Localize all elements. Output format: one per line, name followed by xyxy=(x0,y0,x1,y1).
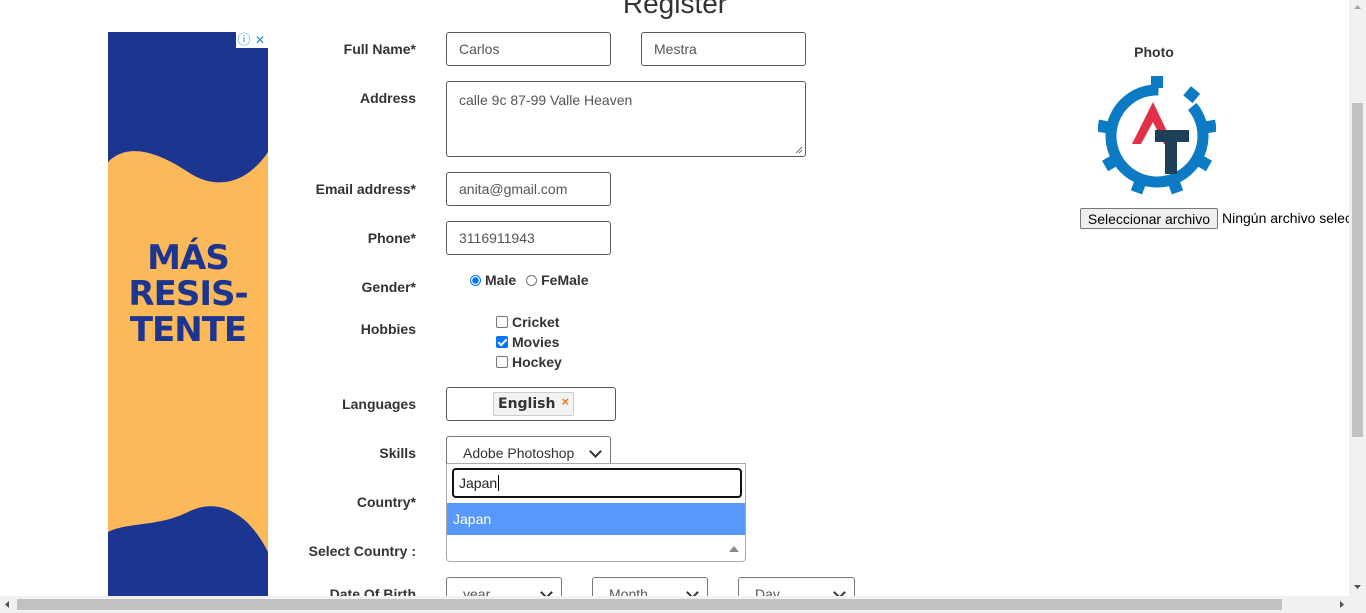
photo-label: Photo xyxy=(1134,44,1174,60)
hobby-item-movies: Movies xyxy=(496,334,559,350)
scroll-right-icon[interactable] xyxy=(1335,596,1349,613)
text-cursor xyxy=(498,475,500,491)
gender-female-label: FeMale xyxy=(541,272,589,288)
logo-gear-icon xyxy=(1098,76,1216,195)
hobby-hockey-checkbox[interactable] xyxy=(496,356,508,368)
country-option-highlighted[interactable]: Japan xyxy=(447,503,745,535)
hobby-cricket-checkbox[interactable] xyxy=(496,316,508,328)
select-country-combobox[interactable] xyxy=(446,534,746,562)
hobby-item-hockey: Hockey xyxy=(496,354,562,370)
full-name-label: Full Name* xyxy=(343,41,416,57)
last-name-input[interactable]: Mestra xyxy=(641,32,806,66)
vertical-scrollbar[interactable] xyxy=(1349,0,1366,596)
skills-label: Skills xyxy=(379,445,416,461)
address-textarea[interactable]: calle 9c 87-99 Valle Heaven xyxy=(446,81,806,157)
phone-label: Phone* xyxy=(367,230,416,246)
horizontal-scroll-thumb[interactable] xyxy=(17,599,1282,610)
gender-male-radio[interactable] xyxy=(470,274,481,286)
page-title: Register xyxy=(622,0,728,19)
choose-file-button[interactable]: Seleccionar archivo xyxy=(1080,208,1218,229)
address-label: Address xyxy=(359,90,416,106)
resize-handle-icon[interactable] xyxy=(795,146,803,154)
remove-tag-icon[interactable]: × xyxy=(561,394,569,409)
skills-select-value: Adobe Photoshop xyxy=(463,445,575,461)
file-status-text: Ningún archivo seleccionado xyxy=(1222,210,1350,226)
scroll-left-icon[interactable] xyxy=(0,596,14,613)
languages-multiselect[interactable]: English × xyxy=(446,387,616,421)
hobby-hockey-label: Hockey xyxy=(512,354,562,370)
hobbies-label: Hobbies xyxy=(360,321,416,337)
gender-radio-group: Male FeMale xyxy=(470,272,589,288)
first-name-input[interactable]: Carlos xyxy=(446,32,611,66)
hobby-movies-label: Movies xyxy=(512,334,560,350)
scroll-down-icon[interactable] xyxy=(1349,580,1366,594)
country-search-text: Japan xyxy=(459,475,498,491)
address-text: calle 9c 87-99 Valle Heaven xyxy=(459,92,633,108)
hobby-item-cricket: Cricket xyxy=(496,314,559,330)
language-tag-label: English xyxy=(498,396,556,412)
select-country-label: Select Country : xyxy=(308,543,416,559)
hobby-movies-checkbox[interactable] xyxy=(496,336,508,348)
gender-female-radio[interactable] xyxy=(526,274,538,286)
country-dropdown-panel: Japan Japan xyxy=(446,463,746,535)
caret-up-icon xyxy=(729,546,739,552)
email-label: Email address* xyxy=(315,181,416,197)
phone-input[interactable]: 3116911943 xyxy=(446,221,611,255)
languages-label: Languages xyxy=(342,396,416,412)
vertical-scroll-thumb[interactable] xyxy=(1352,103,1363,437)
email-input[interactable]: anita@gmail.com xyxy=(446,172,611,206)
language-tag: English × xyxy=(493,392,575,416)
ad-banner[interactable]: MÁS RESIS- TENTE ⓘ ✕ xyxy=(108,32,268,596)
gender-male-label: Male xyxy=(485,272,517,288)
gender-label: Gender* xyxy=(361,279,416,295)
hobby-cricket-label: Cricket xyxy=(512,314,560,330)
chevron-down-icon xyxy=(589,444,602,458)
horizontal-scrollbar[interactable] xyxy=(0,596,1366,613)
scroll-up-icon[interactable] xyxy=(1349,0,1366,14)
country-search-input[interactable]: Japan xyxy=(452,468,742,498)
country-label: Country* xyxy=(356,494,416,510)
